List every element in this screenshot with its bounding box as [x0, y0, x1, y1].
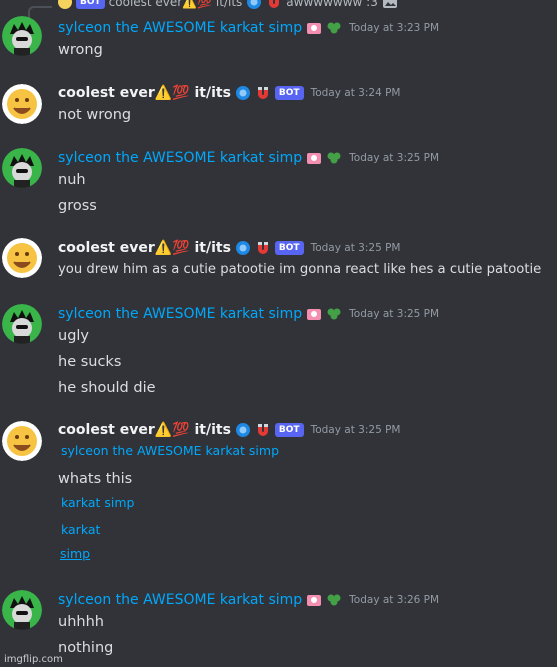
clover-emoji-icon — [326, 150, 342, 166]
bot-tag: BOT — [274, 86, 304, 100]
username[interactable]: coolest ever⚠️💯 it/its — [58, 85, 231, 101]
message-text: uhhhh — [58, 614, 104, 630]
message-text: not wrong — [58, 107, 132, 123]
message-text: you drew him as a cutie patootie im gonn… — [58, 262, 542, 277]
message-text: wrong — [58, 42, 103, 58]
username[interactable]: sylceon the AWESOME karkat simp — [58, 20, 302, 36]
username[interactable]: coolest ever⚠️💯 it/its — [58, 422, 231, 438]
reply-preview[interactable]: BOT coolest ever⚠️💯 it/its awwwwwww :3 — [58, 0, 398, 10]
character-emoji-icon — [306, 306, 322, 322]
message-header: coolest ever⚠️💯 it/its BOT Today at 3:25… — [58, 420, 400, 440]
message-text: nuh — [58, 172, 86, 188]
message-header: coolest ever⚠️💯 it/its BOT Today at 3:25… — [58, 238, 400, 258]
character-emoji-icon — [306, 20, 322, 36]
avatar-coolest[interactable] — [2, 238, 42, 278]
clover-emoji-icon — [326, 306, 342, 322]
link-simp[interactable]: simp — [60, 544, 90, 564]
link-karkat-simp[interactable]: karkat simp — [61, 493, 134, 513]
blue-planet-emoji-icon — [235, 85, 251, 101]
message-header: sylceon the AWESOME karkat simp Today at… — [58, 304, 439, 324]
message-header: coolest ever⚠️💯 it/its BOT Today at 3:24… — [58, 83, 400, 103]
magnet-emoji-icon — [266, 0, 282, 10]
timestamp: Today at 3:25 PM — [310, 424, 401, 436]
avatar-sylceon[interactable] — [2, 148, 42, 188]
blue-planet-emoji-icon — [235, 422, 251, 438]
message-text: he sucks — [58, 354, 122, 370]
blue-planet-emoji-icon — [246, 0, 262, 10]
avatar-sylceon[interactable] — [2, 304, 42, 344]
reply-snippet[interactable]: awwwwwww :3 — [286, 0, 378, 9]
message-header: sylceon the AWESOME karkat simp Today at… — [58, 148, 439, 168]
message-text: whats this — [58, 471, 133, 487]
reply-connector — [28, 6, 52, 18]
avatar-coolest[interactable] — [2, 421, 42, 461]
message-text: he should die — [58, 380, 156, 396]
message-text: nothing — [58, 640, 114, 656]
magnet-emoji-icon — [255, 85, 271, 101]
clover-emoji-icon — [326, 592, 342, 608]
message-header: sylceon the AWESOME karkat simp Today at… — [58, 18, 439, 38]
blue-planet-emoji-icon — [235, 240, 251, 256]
user-mention[interactable]: sylceon the AWESOME karkat simp — [61, 441, 279, 461]
message-header: sylceon the AWESOME karkat simp Today at… — [58, 590, 439, 610]
character-emoji-icon — [306, 150, 322, 166]
bot-tag: BOT — [274, 423, 304, 437]
link-karkat[interactable]: karkat — [61, 520, 100, 540]
timestamp: Today at 3:24 PM — [310, 87, 401, 99]
bot-tag: BOT — [76, 0, 105, 9]
timestamp: Today at 3:25 PM — [310, 242, 401, 254]
username[interactable]: sylceon the AWESOME karkat simp — [58, 150, 302, 166]
timestamp: Today at 3:23 PM — [349, 22, 440, 34]
timestamp: Today at 3:26 PM — [349, 594, 440, 606]
avatar-coolest[interactable] — [2, 84, 42, 124]
avatar-sylceon[interactable] — [2, 590, 42, 630]
message-text: gross — [58, 198, 97, 214]
bot-tag: BOT — [274, 241, 304, 255]
magnet-emoji-icon — [255, 422, 271, 438]
username[interactable]: sylceon the AWESOME karkat simp — [58, 592, 302, 608]
avatar-sylceon[interactable] — [2, 16, 42, 56]
magnet-emoji-icon — [255, 240, 271, 256]
timestamp: Today at 3:25 PM — [349, 308, 440, 320]
character-emoji-icon — [306, 592, 322, 608]
clover-emoji-icon — [326, 20, 342, 36]
username[interactable]: coolest ever⚠️💯 it/its — [58, 240, 231, 256]
reply-avatar — [58, 0, 72, 9]
reply-author[interactable]: coolest ever⚠️💯 it/its — [109, 0, 243, 9]
image-icon — [382, 0, 398, 10]
message-text: ugly — [58, 328, 90, 344]
timestamp: Today at 3:25 PM — [349, 152, 440, 164]
username[interactable]: sylceon the AWESOME karkat simp — [58, 306, 302, 322]
watermark: imgflip.com — [4, 654, 63, 665]
